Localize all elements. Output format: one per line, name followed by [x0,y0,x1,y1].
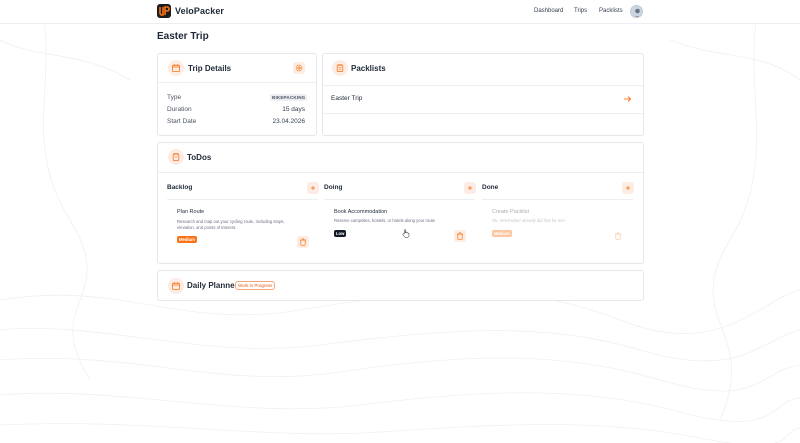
plus-icon [626,186,630,190]
todo-title: Plan Route [177,209,205,215]
navbar: VeloPacker Dashboard Trips Packlists [0,0,800,24]
todo-title: Book Accommodation [334,209,388,215]
status-badge: Work in Progress [235,281,276,290]
page-title: Easter Trip [157,31,209,42]
plus-icon [468,186,472,190]
brand-name[interactable]: VeloPacker [175,6,224,16]
nav-packlists[interactable]: Packlists [599,8,623,14]
add-doing-button[interactable] [464,182,476,194]
trip-type-chip: BIKEPACKING [270,94,308,101]
todos-card: ToDos Backlog Plan Route Research and ma… [157,142,644,264]
trip-details-title: Trip Details [188,64,232,73]
column-title-doing: Doing [324,184,343,191]
daily-planner-card: Daily Planner Work in Progress [157,270,644,301]
todos-title: ToDos [187,153,212,162]
delete-button[interactable] [454,230,466,242]
user-avatar-icon [631,6,642,17]
trash-icon [615,232,621,240]
start-date-value: 23.04.2026 [272,118,305,125]
packlists-card: Packlists Easter Trip [322,53,644,136]
todo-description: elevation, and points of interest. [177,225,237,230]
priority-badge: Medium [177,236,197,243]
avatar[interactable] [630,5,643,18]
divider [167,199,318,200]
todo-card[interactable]: Book Accommodation Reserve campsites, ho… [324,202,475,249]
clipboard-icon [332,60,348,76]
add-backlog-button[interactable] [307,182,319,194]
duration-value: 15 days [282,106,305,113]
nav-trips[interactable]: Trips [574,8,587,14]
priority-badge: Medium [492,230,512,237]
todo-description: Research and map out your cycling route,… [177,219,285,224]
column-title-backlog: Backlog [167,184,193,191]
packlists-title: Packlists [351,64,386,73]
nav-dashboard[interactable]: Dashboard [534,8,563,14]
daily-planner-title: Daily Planner [187,281,238,290]
divider [158,172,643,173]
add-done-button[interactable] [622,182,634,194]
trash-icon [300,238,306,246]
delete-button[interactable] [612,230,624,242]
logo-icon[interactable] [157,4,171,18]
todo-card[interactable]: Create Packlist Ok, VeloPacker already d… [482,202,633,249]
todo-title: Create Packlist [492,209,529,215]
trash-icon [457,232,463,240]
calendar-icon [168,278,184,294]
calendar-icon [168,60,184,76]
priority-badge: Low [334,230,347,237]
settings-button[interactable] [293,62,305,74]
column-title-done: Done [482,184,499,191]
clipboard-list-icon [168,149,184,165]
trip-details-card: Trip Details Type BIKEPACKING Duration 1… [157,53,317,136]
gear-icon [295,64,303,72]
arrow-right-icon[interactable] [623,95,632,103]
divider [323,113,643,114]
todo-description: Ok, VeloPacker already did that for me! [492,218,565,223]
packlist-item-name: Easter Trip [331,95,363,102]
divider [158,82,316,83]
start-date-label: Start Date [167,118,197,125]
todo-description: Reserve campsites, hostels, or hotels al… [334,218,436,223]
divider [324,199,475,200]
todo-card[interactable]: Plan Route Research and map out your cyc… [167,202,318,256]
plus-icon [311,186,315,190]
duration-label: Duration [167,106,192,113]
delete-button[interactable] [297,236,309,248]
packlist-item[interactable]: Easter Trip [323,86,643,113]
hand-cursor-icon [402,229,410,238]
divider [482,199,633,200]
type-label: Type [167,94,182,101]
